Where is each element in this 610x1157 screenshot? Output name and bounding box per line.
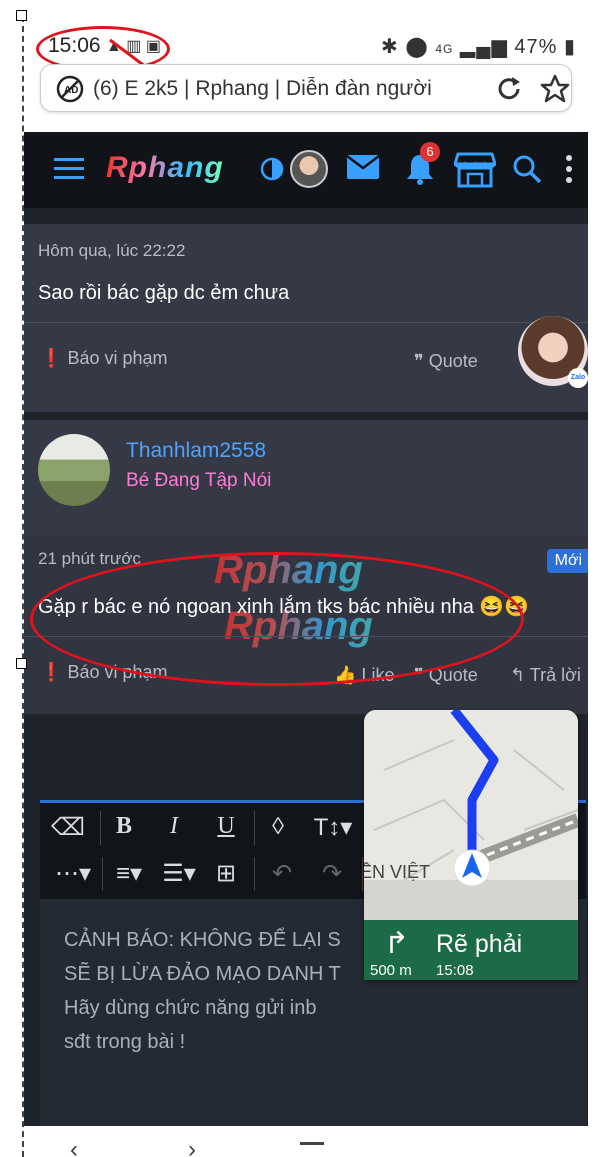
battery-level: 47% (514, 36, 558, 58)
search-icon[interactable] (512, 154, 542, 184)
poster-user-title: Bé Đang Tập Nói (126, 470, 272, 491)
text-color-icon[interactable]: ◊ (258, 813, 298, 841)
selection-handle-mid-left[interactable] (16, 658, 27, 669)
street-label: ỀN VIỆT (364, 861, 430, 882)
report-label: Báo vi phạm (67, 348, 168, 368)
system-nav-bar: ‹ › (24, 1126, 588, 1157)
warning-icon: ❗ (40, 348, 63, 368)
turn-right-icon: ↱ (384, 927, 410, 960)
poster-avatar[interactable] (38, 434, 110, 506)
warning-icon: ❗ (40, 662, 63, 682)
post-divider (24, 322, 588, 323)
font-size-icon[interactable]: T↕▾ (308, 813, 358, 842)
quote-button[interactable]: ❞ Quote (414, 351, 478, 372)
poster-username[interactable]: Thanhlam2558 (126, 439, 266, 463)
toolbar-separator (362, 857, 363, 891)
selection-handle-top-left[interactable] (16, 10, 27, 21)
new-badge: Mới (546, 549, 588, 573)
theme-toggle-icon[interactable] (260, 157, 284, 181)
editor-warning-text: CẢNH BÁO: KHÔNG ĐỂ LẠI S SẼ BỊ LỪA ĐẢO M… (64, 923, 341, 1059)
redo-icon[interactable]: ↷ (312, 859, 352, 888)
quote-label: Quote (428, 351, 478, 371)
more-options-icon[interactable]: ⋯▾ (48, 859, 98, 888)
site-header: Rphang 6 (24, 132, 588, 208)
warning-line: SẼ BỊ LỪA ĐẢO MẠO DANH T (64, 963, 341, 985)
annotation-ellipse-post (30, 552, 524, 686)
phone-screenshot: 15:06 ▲ ▥ ▣ ✱ ⬤ 4G ▂▄▆ 47% ▮ AD (6) E 2k… (22, 16, 588, 1157)
home-icon[interactable] (300, 1142, 324, 1145)
hamburger-menu-icon[interactable] (54, 156, 84, 182)
reply-label: Trả lời (529, 665, 581, 685)
site-logo[interactable]: Rphang (106, 151, 224, 185)
toolbar-separator (100, 811, 101, 845)
back-icon[interactable]: ‹ (70, 1136, 78, 1157)
italic-icon[interactable]: I (154, 813, 194, 840)
map-view: ỀN VIỆT (364, 710, 578, 920)
instruction-text: Rẽ phải (436, 930, 523, 958)
mail-icon[interactable] (346, 154, 380, 180)
post-time: Hôm qua, lúc 22:22 (38, 241, 186, 260)
distance-text: 500 m (370, 962, 412, 979)
page-title-in-url[interactable]: (6) E 2k5 | Rphang | Diễn đàn người (93, 77, 473, 101)
report-link[interactable]: ❗ Báo vi phạm (40, 348, 168, 369)
svg-text:AD: AD (64, 85, 78, 96)
post-text: Sao rồi bác gặp dc ẻm chưa (38, 282, 290, 304)
undo-icon[interactable]: ↶ (262, 859, 302, 888)
reply-button[interactable]: ↰ Trả lời (510, 665, 581, 686)
warning-line: sđt trong bài ! (64, 1031, 186, 1053)
eta-text: 15:08 (436, 962, 474, 979)
location-icon: ⬤ (405, 36, 429, 58)
reply-icon: ↰ (510, 665, 526, 685)
list-icon[interactable]: ☰▾ (156, 859, 202, 888)
align-icon[interactable]: ≡▾ (106, 859, 152, 888)
quote-icon: ❞ (414, 351, 424, 371)
reload-icon[interactable] (493, 73, 525, 105)
notification-badge: 6 (420, 142, 440, 162)
toolbar-separator (102, 857, 103, 891)
table-icon[interactable]: ⊞ (206, 859, 246, 888)
eraser-icon[interactable]: ⌫ (48, 813, 88, 842)
zalo-badge: Zalo (568, 368, 588, 388)
battery-icon: ▮ (563, 36, 576, 58)
warning-line: Hãy dùng chức năng gửi inb (64, 997, 317, 1019)
bold-icon[interactable]: B (104, 813, 144, 840)
signal-icon: ▂▄▆ (459, 36, 508, 58)
browser-url-bar[interactable]: AD (6) E 2k5 | Rphang | Diễn đàn người (40, 64, 572, 112)
user-avatar[interactable] (290, 150, 328, 188)
navigation-mini-window[interactable]: ỀN VIỆT ↱ Rẽ phải 500 m 15:08 (364, 710, 578, 980)
warning-line: CẢNH BÁO: KHÔNG ĐỂ LẠI S (64, 929, 341, 951)
turn-instruction-panel: ↱ Rẽ phải 500 m 15:08 (364, 920, 578, 980)
bluetooth-icon: ✱ (381, 36, 399, 58)
adblock-icon[interactable]: AD (55, 74, 85, 104)
system-status-icons: ✱ ⬤ 4G ▂▄▆ 47% ▮ (381, 34, 576, 59)
thread-content: Hôm qua, lúc 22:22 Sao rồi bác gặp dc ẻm… (24, 208, 588, 1157)
forward-icon[interactable]: › (188, 1136, 196, 1157)
underline-icon[interactable]: U (206, 813, 246, 840)
toolbar-separator (254, 857, 255, 891)
network-type: 4G (435, 42, 454, 56)
store-icon[interactable] (454, 150, 496, 188)
bookmark-star-icon[interactable] (539, 73, 571, 105)
toolbar-separator (254, 811, 255, 845)
more-options-icon[interactable] (564, 154, 574, 184)
post-card: Hôm qua, lúc 22:22 Sao rồi bác gặp dc ẻm… (24, 224, 588, 412)
